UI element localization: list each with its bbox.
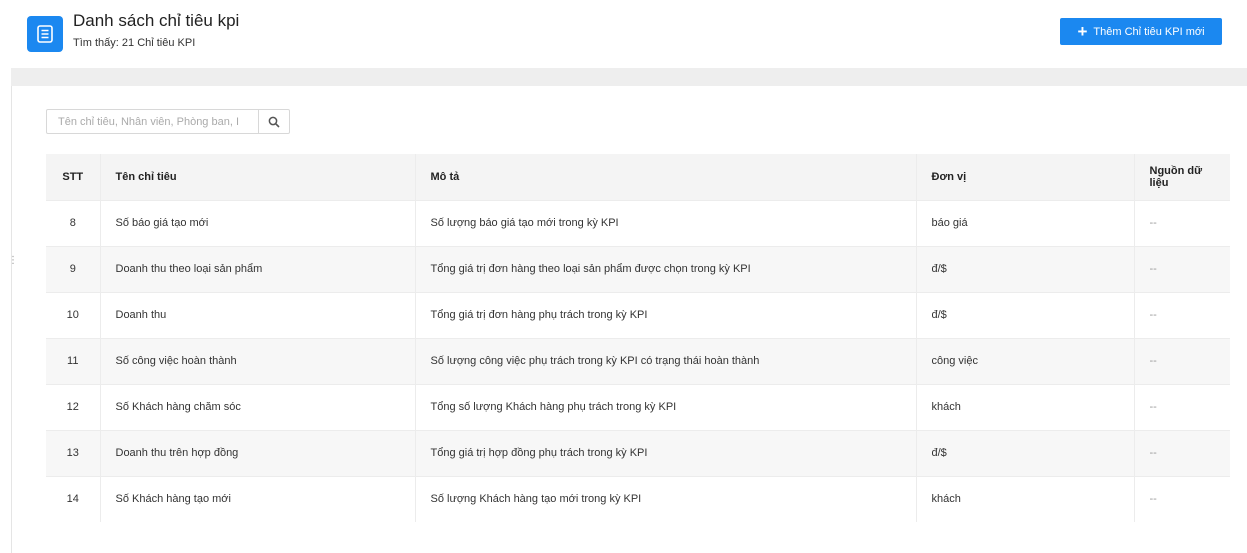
column-header-name[interactable]: Tên chỉ tiêu [99, 154, 415, 200]
cell-stt: 10 [46, 291, 100, 338]
cell-source: -- [1133, 429, 1230, 476]
table-header-row: STT Tên chỉ tiêu Mô tả Đơn vị Nguồn dữ l… [46, 154, 1230, 200]
search-input[interactable] [47, 110, 259, 133]
cell-name: Doanh thu theo loại sản phẩm [99, 245, 415, 292]
table-row[interactable]: 10 Doanh thu Tổng giá trị đơn hàng phụ t… [46, 291, 1230, 338]
search-icon [268, 116, 280, 128]
table-row[interactable]: 13 Doanh thu trên hợp đồng Tổng giá trị … [46, 429, 1230, 476]
cell-description: Số lượng công việc phụ trách trong kỳ KP… [414, 337, 916, 384]
cell-name: Doanh thu [99, 291, 415, 338]
cell-stt: 14 [46, 475, 100, 522]
cell-stt: 11 [46, 337, 100, 384]
cell-description: Tổng giá trị đơn hàng phụ trách trong kỳ… [414, 291, 916, 338]
section-divider [11, 68, 1247, 86]
cell-description: Số lượng báo giá tạo mới trong kỳ KPI [414, 199, 916, 246]
cell-source: -- [1133, 199, 1230, 246]
table-row[interactable]: 8 Số báo giá tạo mới Số lượng báo giá tạ… [46, 199, 1230, 246]
cell-source: -- [1133, 291, 1230, 338]
sidebar-collapse-handle[interactable]: ⋮ [8, 255, 18, 266]
cell-source: -- [1133, 245, 1230, 292]
column-header-description[interactable]: Mô tả [414, 154, 916, 200]
cell-unit: công việc [915, 337, 1134, 384]
result-count: Tìm thấy: 21 Chỉ tiêu KPI [73, 37, 196, 49]
cell-unit: khách [915, 383, 1134, 430]
cell-source: -- [1133, 383, 1230, 430]
cell-name: Số Khách hàng tạo mới [99, 475, 415, 522]
cell-description: Tổng số lượng Khách hàng phụ trách trong… [414, 383, 916, 430]
search-button[interactable] [258, 110, 289, 133]
cell-source: -- [1133, 475, 1230, 522]
cell-name: Số báo giá tạo mới [99, 199, 415, 246]
cell-description: Số lượng Khách hàng tạo mới trong kỳ KPI [414, 475, 916, 522]
content-left-border [11, 86, 12, 553]
add-kpi-button[interactable]: + Thêm Chỉ tiêu KPI mới [1060, 18, 1222, 45]
table-row[interactable]: 12 Số Khách hàng chăm sóc Tổng số lượng … [46, 383, 1230, 430]
cell-description: Tổng giá trị đơn hàng theo loại sản phẩm… [414, 245, 916, 292]
cell-name: Số công việc hoàn thành [99, 337, 415, 384]
cell-unit: báo giá [915, 199, 1134, 246]
search-box [46, 109, 290, 134]
cell-unit: đ/$ [915, 429, 1134, 476]
table-row[interactable]: 14 Số Khách hàng tạo mới Số lượng Khách … [46, 475, 1230, 522]
cell-stt: 8 [46, 199, 100, 246]
cell-unit: đ/$ [915, 245, 1134, 292]
cell-source: -- [1133, 337, 1230, 384]
cell-unit: đ/$ [915, 291, 1134, 338]
cell-name: Số Khách hàng chăm sóc [99, 383, 415, 430]
add-kpi-label: Thêm Chỉ tiêu KPI mới [1093, 25, 1205, 38]
plus-icon: + [1077, 22, 1088, 41]
cell-description: Tổng giá trị hợp đồng phụ trách trong kỳ… [414, 429, 916, 476]
table-row[interactable]: 11 Số công việc hoàn thành Số lượng công… [46, 337, 1230, 384]
page-title: Danh sách chỉ tiêu kpi [73, 11, 240, 30]
column-header-unit[interactable]: Đơn vị [915, 154, 1134, 200]
kpi-table: STT Tên chỉ tiêu Mô tả Đơn vị Nguồn dữ l… [46, 154, 1230, 522]
cell-stt: 13 [46, 429, 100, 476]
page-header: Danh sách chỉ tiêu kpi Tìm thấy: 21 Chỉ … [0, 0, 1247, 68]
cell-stt: 9 [46, 245, 100, 292]
column-header-stt[interactable]: STT [46, 154, 100, 200]
cell-stt: 12 [46, 383, 100, 430]
table-row[interactable]: 9 Doanh thu theo loại sản phẩm Tổng giá … [46, 245, 1230, 292]
list-document-icon [27, 16, 63, 52]
cell-name: Doanh thu trên hợp đồng [99, 429, 415, 476]
column-header-source[interactable]: Nguồn dữ liệu [1133, 154, 1230, 200]
cell-unit: khách [915, 475, 1134, 522]
